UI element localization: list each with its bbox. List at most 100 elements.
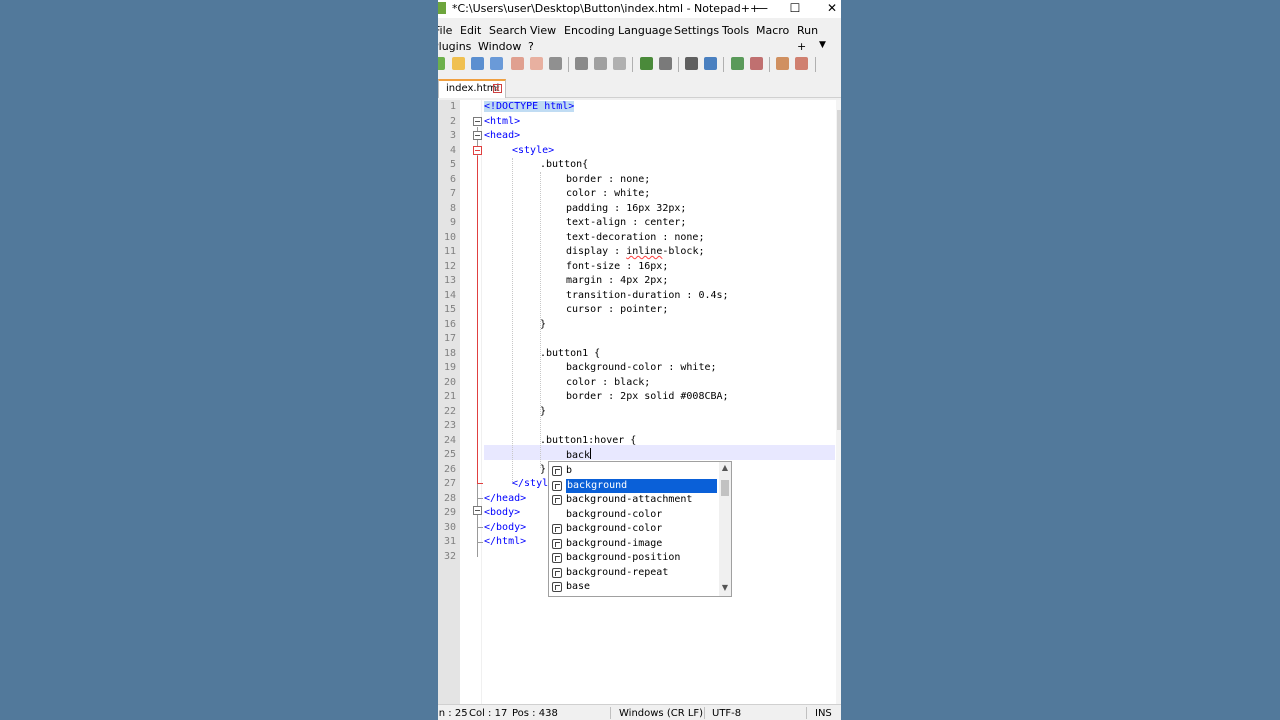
autocomplete-popup[interactable]: b background background-attachment backg… bbox=[548, 461, 732, 597]
scroll-up-icon[interactable]: ▲ bbox=[719, 463, 731, 472]
save-icon[interactable] bbox=[471, 57, 484, 70]
redo-icon[interactable] bbox=[659, 57, 672, 70]
line-number: 12 bbox=[443, 260, 456, 272]
menu-search[interactable]: Search bbox=[489, 24, 527, 37]
line-number: 3 bbox=[449, 130, 456, 141]
code-line-27: </styl bbox=[512, 478, 549, 489]
scroll-down-icon[interactable]: ▼ bbox=[719, 583, 731, 592]
line-number: 2 bbox=[449, 115, 456, 127]
autocomplete-item[interactable]: background-position bbox=[549, 551, 719, 566]
close-all-icon[interactable] bbox=[530, 57, 543, 70]
autocomplete-scroll-thumb[interactable] bbox=[721, 480, 729, 496]
code-line-26: } bbox=[540, 463, 547, 475]
menu-encoding[interactable]: Encoding bbox=[564, 24, 615, 37]
copy-icon[interactable] bbox=[594, 57, 607, 70]
line-number: 32 bbox=[443, 550, 456, 562]
text-caret bbox=[590, 448, 592, 459]
menu-plugins[interactable]: Plugins bbox=[438, 40, 471, 53]
keyword-icon bbox=[552, 495, 562, 505]
code-line-16: } bbox=[540, 318, 547, 330]
notepadpp-icon bbox=[438, 2, 446, 14]
undo-icon[interactable] bbox=[640, 57, 653, 70]
code-line-11: display : inline-block; bbox=[566, 246, 705, 257]
line-number: 11 bbox=[443, 246, 456, 257]
scrollbar-thumb[interactable] bbox=[837, 110, 841, 430]
zoom-out-icon[interactable] bbox=[750, 57, 763, 70]
replace-icon[interactable] bbox=[704, 57, 717, 70]
maximize-button[interactable]: ☐ bbox=[784, 0, 806, 18]
close-button[interactable]: ✕ bbox=[821, 0, 841, 18]
code-editor[interactable]: 1 2 3 4 5 6 7 8 9 10 11 12 13 14 15 16 1… bbox=[438, 100, 841, 704]
save-all-icon[interactable] bbox=[490, 57, 503, 70]
autocomplete-item[interactable]: background-color bbox=[549, 508, 719, 523]
tab-index-html[interactable]: index.html x bbox=[438, 79, 506, 98]
find-icon[interactable] bbox=[685, 57, 698, 70]
keyword-icon bbox=[552, 567, 562, 578]
status-line: ln : 25 bbox=[438, 708, 468, 719]
tab-close-icon[interactable]: x bbox=[493, 84, 502, 93]
autocomplete-item[interactable]: background-color bbox=[549, 522, 719, 537]
line-number: 7 bbox=[449, 188, 456, 199]
line-number: 28 bbox=[443, 492, 456, 504]
paste-icon[interactable] bbox=[613, 57, 626, 70]
code-line-3: <head> bbox=[484, 130, 521, 141]
line-number: 27 bbox=[443, 478, 456, 489]
menu-bar: File Edit Search View Encoding Language … bbox=[438, 20, 841, 56]
line-number: 15 bbox=[443, 304, 456, 315]
line-number: 20 bbox=[443, 376, 456, 388]
new-file-icon[interactable] bbox=[438, 57, 445, 70]
autocomplete-item[interactable]: background-attachment bbox=[549, 493, 719, 508]
line-number: 8 bbox=[449, 202, 456, 214]
line-number: 25 bbox=[443, 449, 456, 460]
autocomplete-item[interactable]: background-image bbox=[549, 537, 719, 552]
menu-macro[interactable]: Macro bbox=[756, 24, 789, 37]
status-encoding[interactable]: UTF-8 bbox=[712, 708, 741, 719]
line-number: 24 bbox=[443, 434, 456, 446]
keyword-icon bbox=[552, 553, 562, 563]
line-number: 4 bbox=[449, 144, 456, 156]
menu-window[interactable]: Window bbox=[478, 40, 521, 53]
keyword-icon bbox=[552, 582, 562, 592]
autocomplete-item-selected[interactable]: background bbox=[549, 478, 719, 494]
print-icon[interactable] bbox=[549, 57, 562, 70]
sync-scroll-v-icon[interactable] bbox=[776, 57, 789, 70]
fold-body-icon[interactable] bbox=[473, 506, 482, 515]
menu-edit[interactable]: Edit bbox=[460, 24, 481, 37]
fold-html-icon[interactable] bbox=[473, 117, 482, 126]
line-number: 26 bbox=[443, 463, 456, 475]
new-tab-plus-icon[interactable]: + bbox=[797, 40, 806, 53]
code-line-9: text-align : center; bbox=[566, 217, 687, 228]
menu-tools[interactable]: Tools bbox=[722, 24, 749, 37]
line-number: 21 bbox=[443, 391, 456, 402]
keyword-icon bbox=[552, 538, 562, 549]
line-number: 6 bbox=[449, 173, 456, 185]
vertical-scrollbar[interactable] bbox=[836, 100, 841, 704]
line-number: 1 bbox=[449, 101, 456, 112]
fold-head-icon[interactable] bbox=[473, 131, 482, 140]
fold-style-icon[interactable] bbox=[473, 146, 482, 155]
menu-language[interactable]: Language bbox=[618, 24, 672, 37]
cut-icon[interactable] bbox=[575, 57, 588, 70]
menu-file[interactable]: File bbox=[438, 24, 452, 37]
close-file-icon[interactable] bbox=[511, 57, 524, 70]
code-line-6: border : none; bbox=[566, 173, 651, 185]
autocomplete-scrollbar[interactable]: ▲ ▼ bbox=[719, 462, 731, 596]
menu-view[interactable]: View bbox=[530, 24, 556, 37]
menu-settings[interactable]: Settings bbox=[674, 24, 719, 37]
autocomplete-item[interactable]: background-repeat bbox=[549, 566, 719, 581]
zoom-in-icon[interactable] bbox=[731, 57, 744, 70]
line-number: 30 bbox=[443, 521, 456, 533]
minimize-button[interactable]: — bbox=[751, 0, 773, 18]
code-line-20: color : black; bbox=[566, 376, 651, 388]
code-line-30: </body> bbox=[484, 521, 527, 533]
menu-run[interactable]: Run bbox=[797, 24, 818, 37]
title-bar: *C:\Users\user\Desktop\Button\index.html… bbox=[438, 0, 841, 18]
open-file-icon[interactable] bbox=[452, 57, 465, 70]
code-line-15: cursor : pointer; bbox=[566, 304, 669, 315]
tab-list-dropdown-icon[interactable]: ▼ bbox=[819, 40, 826, 50]
menu-help[interactable]: ? bbox=[528, 40, 534, 53]
autocomplete-item[interactable]: b bbox=[549, 464, 719, 479]
sync-scroll-h-icon[interactable] bbox=[795, 57, 808, 70]
autocomplete-item[interactable]: base bbox=[549, 580, 719, 595]
status-eol[interactable]: Windows (CR LF) bbox=[619, 708, 703, 719]
